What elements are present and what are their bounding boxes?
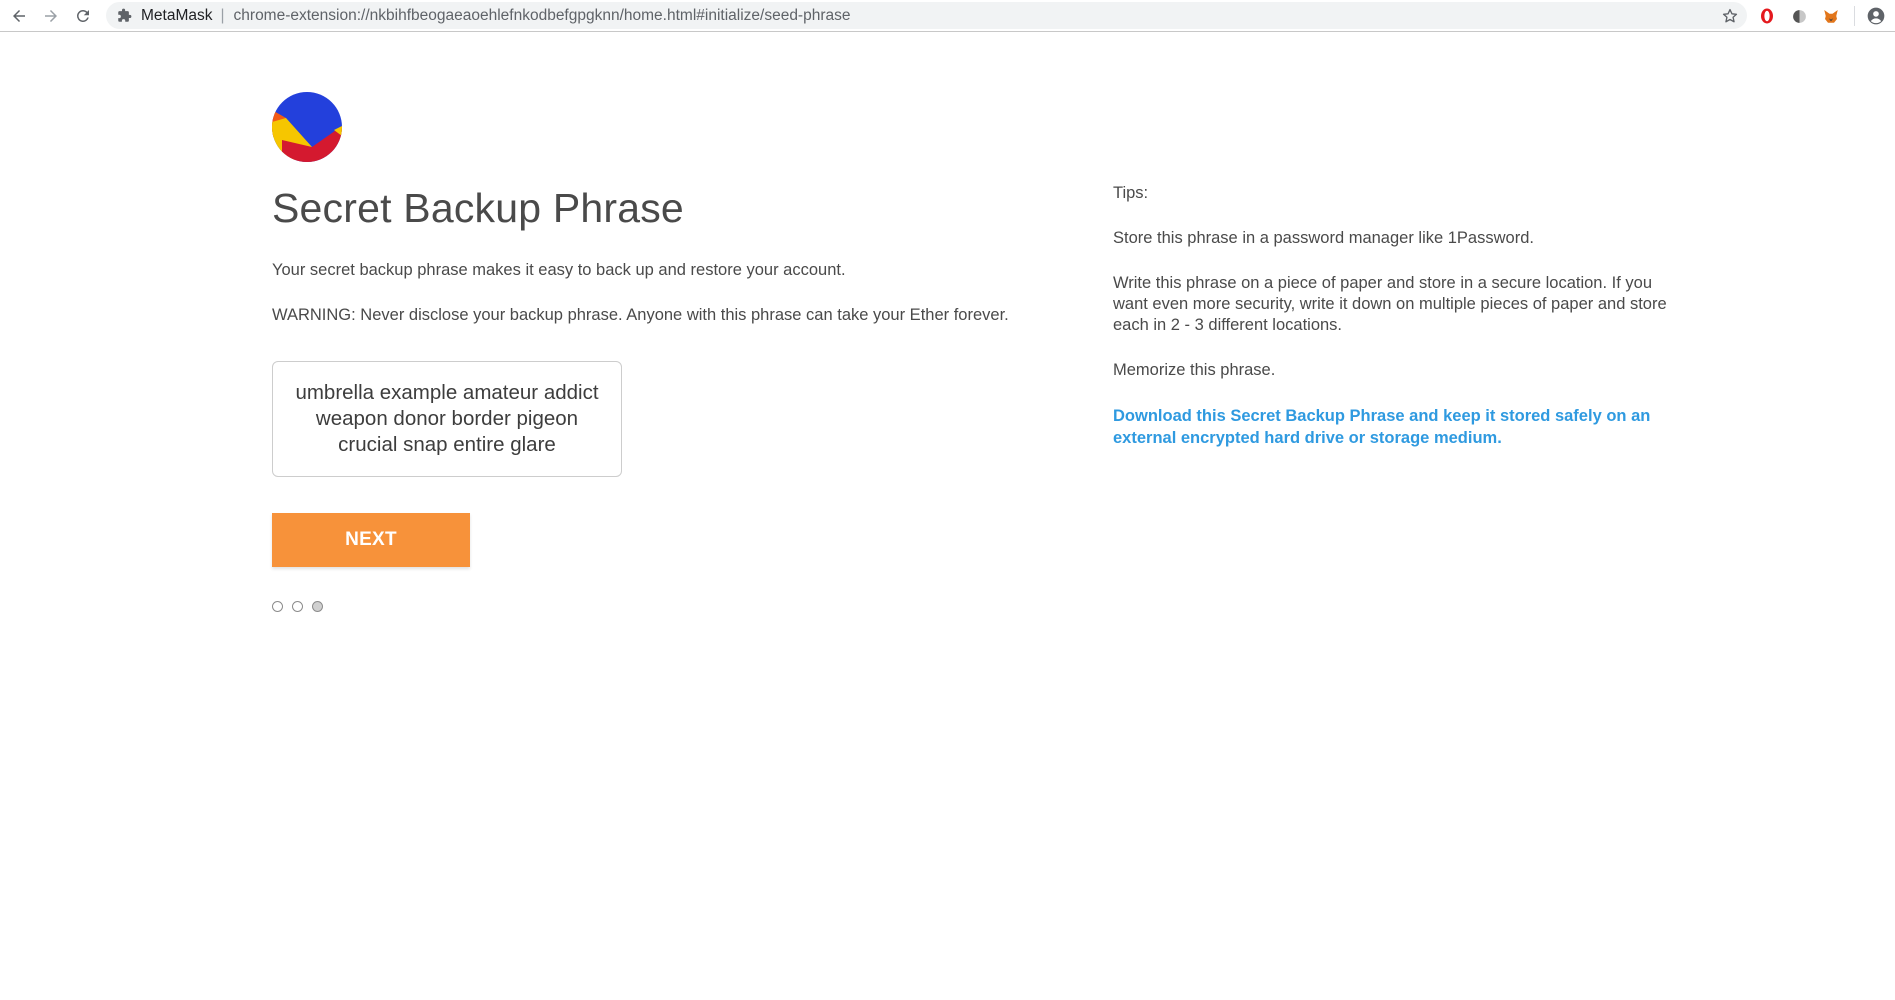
step-dot-3-current [312, 601, 323, 612]
account-circle-icon[interactable] [1865, 5, 1887, 27]
site-name: MetaMask [141, 6, 213, 24]
opera-icon[interactable] [1756, 5, 1778, 27]
browser-toolbar: MetaMask | chrome-extension://nkbihfbeog… [0, 0, 1895, 32]
fox-icon[interactable] [1820, 5, 1842, 27]
tip-paper-backup: Write this phrase on a piece of paper an… [1113, 274, 1667, 334]
identicon-logo [272, 92, 342, 162]
star-icon[interactable] [1721, 7, 1739, 25]
reload-button[interactable] [70, 3, 96, 29]
address-bar[interactable]: MetaMask | chrome-extension://nkbihfbeog… [106, 2, 1747, 29]
step-indicator [272, 601, 332, 612]
next-button[interactable]: NEXT [272, 513, 470, 567]
download-phrase-link[interactable]: Download this Secret Backup Phrase and k… [1113, 405, 1668, 449]
step-dot-1 [272, 601, 283, 612]
tips-panel: Tips: Store this phrase in a password ma… [1113, 183, 1668, 449]
extension-icons [1746, 5, 1887, 27]
toolbar-divider [1854, 6, 1855, 26]
tips-heading: Tips: [1113, 184, 1149, 202]
page-content: Secret Backup Phrase Your secret backup … [0, 33, 1895, 1000]
tip-password-manager: Store this phrase in a password manager … [1113, 229, 1534, 247]
forward-button[interactable] [38, 3, 64, 29]
url-text: chrome-extension://nkbihfbeogaeaoehlefnk… [233, 6, 851, 24]
arrow-left-icon [13, 9, 25, 22]
puzzle-icon [116, 8, 132, 24]
reload-icon [76, 9, 89, 22]
half-circle-icon[interactable] [1788, 5, 1810, 27]
page-title: Secret Backup Phrase [272, 185, 684, 231]
tip-memorize: Memorize this phrase. [1113, 361, 1276, 379]
seed-phrase-box[interactable]: umbrella example amateur addict weapon d… [272, 361, 622, 477]
intro-text: Your secret backup phrase makes it easy … [272, 261, 846, 279]
url-separator: | [220, 6, 225, 24]
step-dot-2 [292, 601, 303, 612]
warning-text: WARNING: Never disclose your backup phra… [272, 306, 1009, 324]
arrow-right-icon [45, 9, 57, 22]
seed-phrase-text: umbrella example amateur addict weapon d… [295, 381, 599, 456]
back-button[interactable] [6, 3, 32, 29]
